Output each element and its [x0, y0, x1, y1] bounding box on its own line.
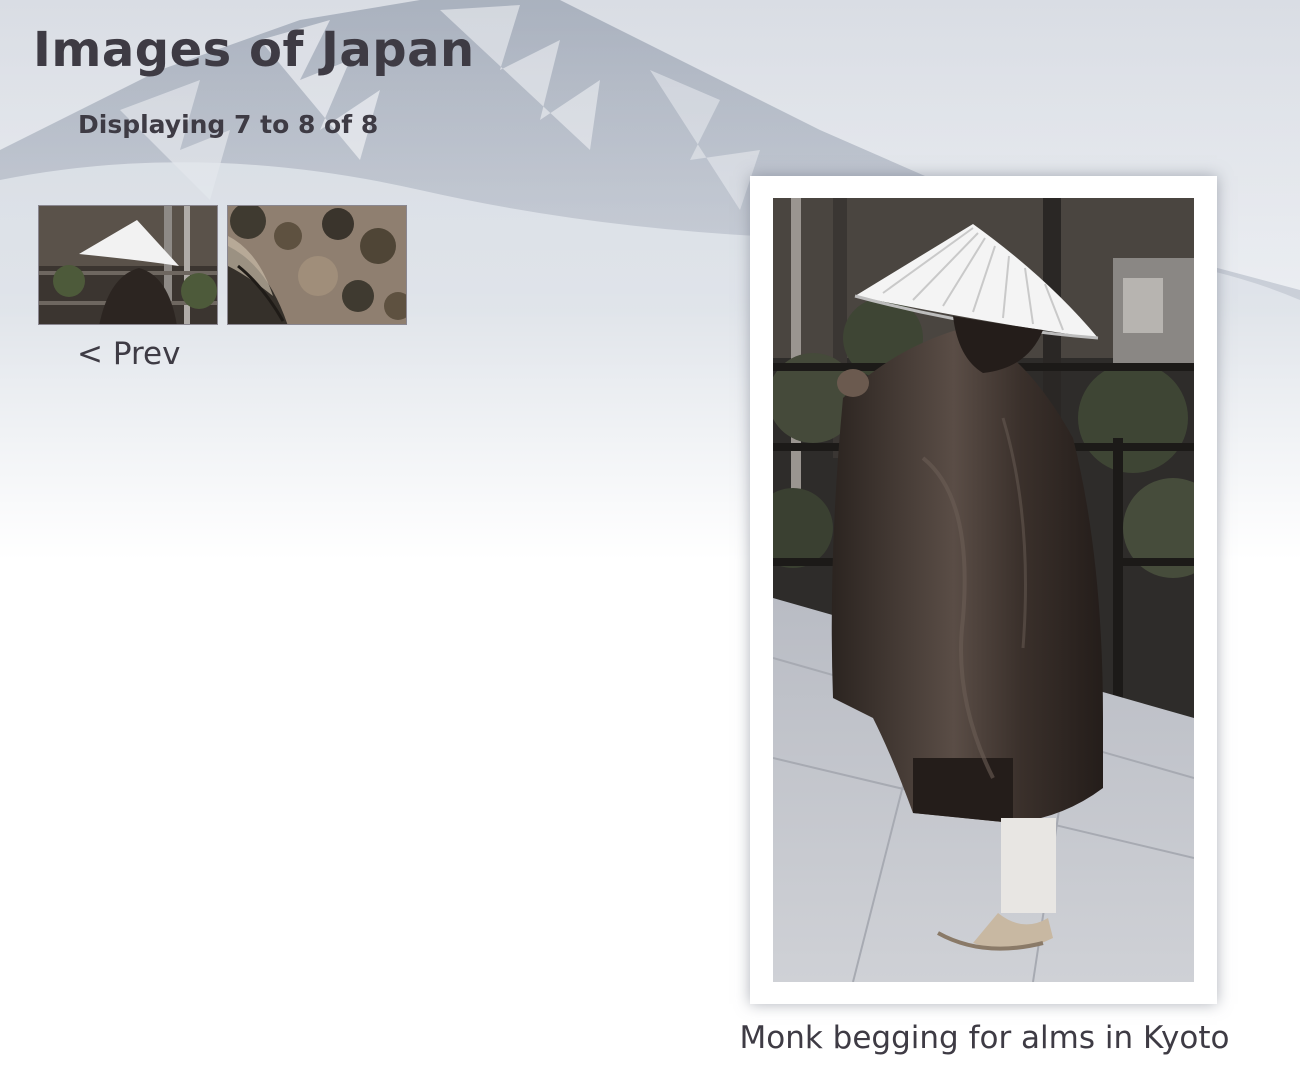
photo-caption: Monk begging for alms in Kyoto — [739, 1020, 1230, 1056]
photo-frame — [750, 176, 1217, 1004]
prev-page-link[interactable]: < Prev — [77, 336, 180, 372]
thumbnail-strip — [38, 205, 407, 325]
temple-roof-thumbnail-image — [228, 206, 406, 324]
monk-thumbnail-image — [39, 206, 217, 324]
thumbnail-temple-roof[interactable] — [227, 205, 407, 325]
page-title: Images of Japan — [33, 22, 475, 78]
thumbnail-monk[interactable] — [38, 205, 218, 325]
range-status: Displaying 7 to 8 of 8 — [78, 110, 379, 139]
main-photo[interactable] — [773, 198, 1194, 982]
monk-photo-image — [773, 198, 1194, 982]
